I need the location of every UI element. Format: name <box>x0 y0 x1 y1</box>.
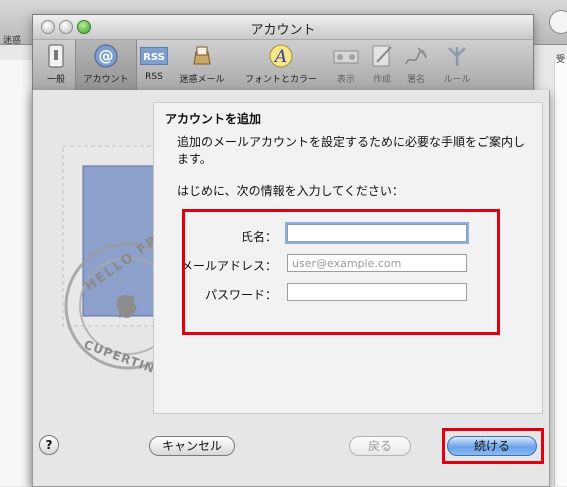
view-icon <box>331 42 361 70</box>
background-column-header: 受 <box>555 55 565 65</box>
tab-accounts[interactable]: @ アカウント <box>75 40 137 90</box>
highlight-frame-fields <box>182 209 500 335</box>
tab-junk-mail[interactable]: 迷惑メール <box>175 42 229 85</box>
junk-mail-icon <box>187 42 217 70</box>
sheet-description: 追加のメールアカウントを設定するために必要な手順をご案内します。 <box>177 135 526 166</box>
tab-signatures[interactable]: 署名 <box>401 42 431 85</box>
svg-text:@: @ <box>99 47 114 65</box>
sheet-intro: はじめに、次の情報を入力してください： <box>177 184 404 198</box>
background-search-icon <box>549 10 567 34</box>
sheet-title: アカウントを追加 <box>165 112 262 126</box>
cancel-button[interactable]: キャンセル <box>149 436 235 456</box>
title-bar: アカウント <box>33 15 533 40</box>
tab-compose[interactable]: 作成 <box>367 42 397 85</box>
tab-view[interactable]: 表示 <box>331 42 361 85</box>
switch-icon <box>41 42 71 70</box>
font-icon: A <box>266 42 296 70</box>
rules-icon <box>442 42 472 70</box>
highlight-frame-continue <box>442 428 544 464</box>
background-right-pane <box>554 60 567 486</box>
background-label: 迷惑 <box>3 36 22 46</box>
background-left-pane <box>0 60 33 486</box>
preferences-toolbar: 一般 @ アカウント RSS RSS 迷惑メール A フォントとカラー 表示 作… <box>33 40 533 91</box>
signature-icon <box>401 42 431 70</box>
tab-rules[interactable]: ルール <box>437 42 477 85</box>
tab-general[interactable]: 一般 <box>39 42 73 85</box>
add-account-sheet: HELLO FR CUPERTINO CA アカウントを追加 追加のメールアカウ… <box>32 90 550 487</box>
tab-rss[interactable]: RSS RSS <box>139 42 169 82</box>
window-title: アカウント <box>250 23 316 38</box>
svg-text:A: A <box>273 47 287 67</box>
rss-icon: RSS <box>139 42 169 70</box>
svg-text:RSS: RSS <box>143 52 165 63</box>
tab-fonts-colors[interactable]: A フォントとカラー <box>239 42 323 85</box>
at-icon: @ <box>91 42 121 70</box>
back-button[interactable]: 戻る <box>349 436 411 456</box>
help-button[interactable]: ? <box>39 435 59 455</box>
compose-icon <box>367 42 397 70</box>
